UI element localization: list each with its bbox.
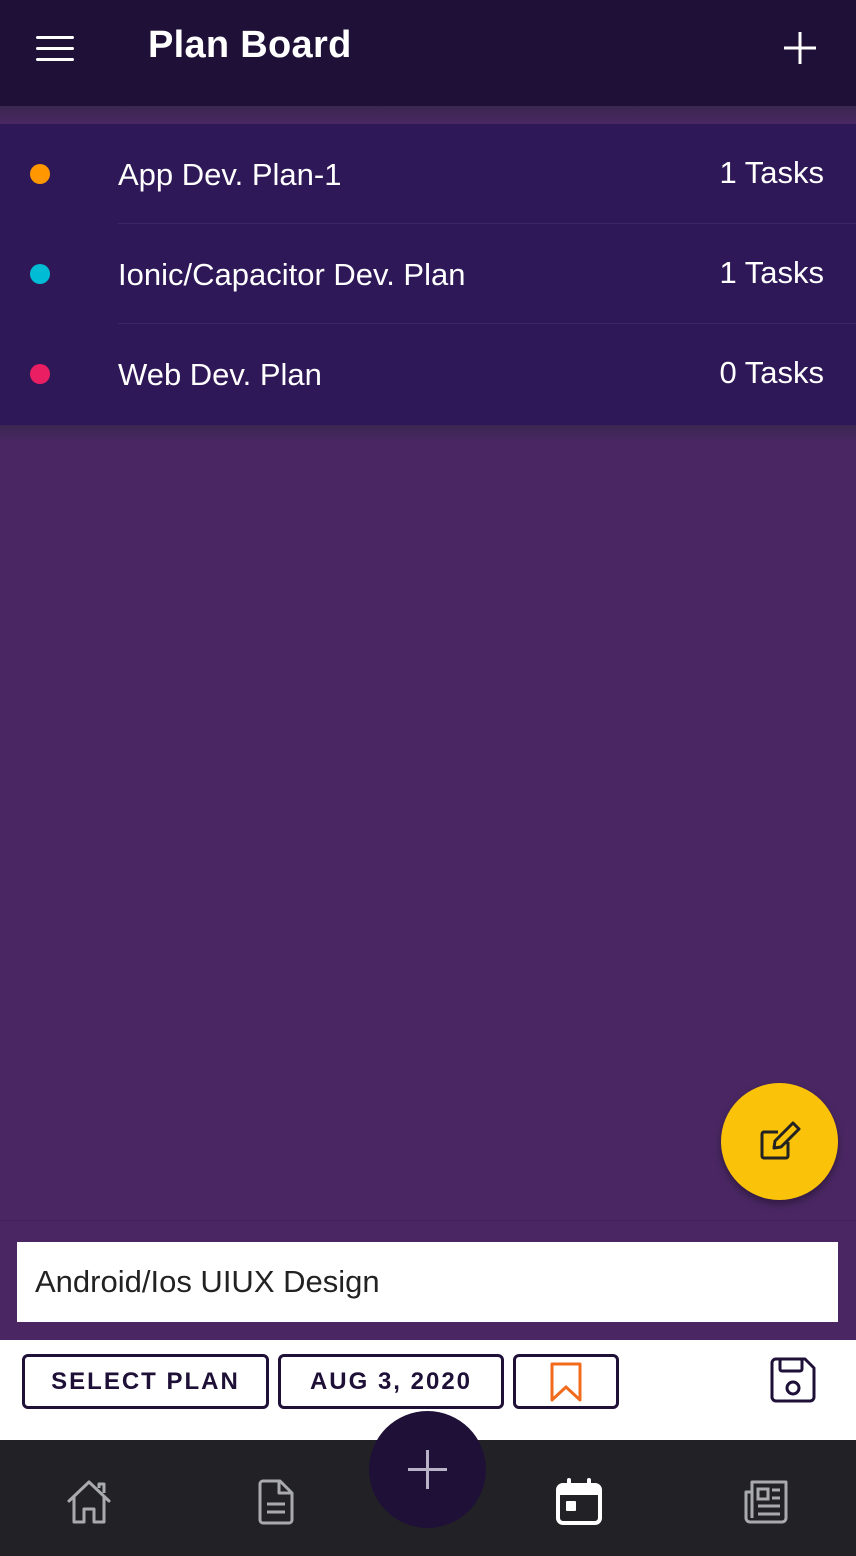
header-shadow (0, 106, 856, 124)
newspaper-icon (744, 1480, 788, 1524)
edit-fab-button[interactable] (721, 1083, 838, 1200)
plan-color-dot (30, 164, 50, 184)
list-shadow (0, 425, 856, 443)
home-icon (67, 1480, 111, 1524)
plan-item-ionic-capacitor[interactable]: Ionic/Capacitor Dev. Plan 1 Tasks (0, 224, 856, 324)
task-input[interactable] (17, 1242, 838, 1322)
nav-calendar[interactable] (555, 1478, 603, 1526)
plan-name: Web Dev. Plan (118, 357, 322, 392)
plan-task-count: 1 Tasks (719, 155, 824, 190)
plan-name: Ionic/Capacitor Dev. Plan (118, 257, 466, 292)
select-plan-button[interactable]: SELECT PLAN (22, 1354, 269, 1409)
bookmark-button[interactable] (513, 1354, 619, 1409)
plan-task-count: 1 Tasks (719, 255, 824, 290)
floppy-disk-icon (770, 1357, 816, 1403)
nav-home[interactable] (65, 1478, 113, 1526)
plan-item-web-dev[interactable]: Web Dev. Plan 0 Tasks (0, 324, 856, 424)
page-title: Plan Board (148, 24, 352, 66)
nav-documents[interactable] (252, 1478, 300, 1526)
save-button[interactable] (768, 1355, 818, 1405)
add-plan-button[interactable] (782, 30, 818, 66)
bookmark-icon (550, 1362, 582, 1401)
hamburger-menu-icon[interactable] (36, 36, 74, 62)
plan-list: App Dev. Plan-1 1 Tasks Ionic/Capacitor … (0, 124, 856, 425)
plan-color-dot (30, 364, 50, 384)
plan-item-app-dev[interactable]: App Dev. Plan-1 1 Tasks (0, 124, 856, 224)
document-icon (258, 1479, 294, 1525)
app-header: Plan Board (0, 0, 856, 106)
plan-task-count: 0 Tasks (719, 355, 824, 390)
edit-icon (760, 1121, 801, 1160)
plan-color-dot (30, 264, 50, 284)
plan-name: App Dev. Plan-1 (118, 157, 342, 192)
nav-news[interactable] (742, 1478, 790, 1526)
calendar-icon (556, 1478, 602, 1525)
add-task-fab-button[interactable] (369, 1411, 486, 1528)
plus-icon (408, 1450, 447, 1489)
plus-icon (784, 32, 816, 64)
date-picker-button[interactable]: AUG 3, 2020 (278, 1354, 504, 1409)
